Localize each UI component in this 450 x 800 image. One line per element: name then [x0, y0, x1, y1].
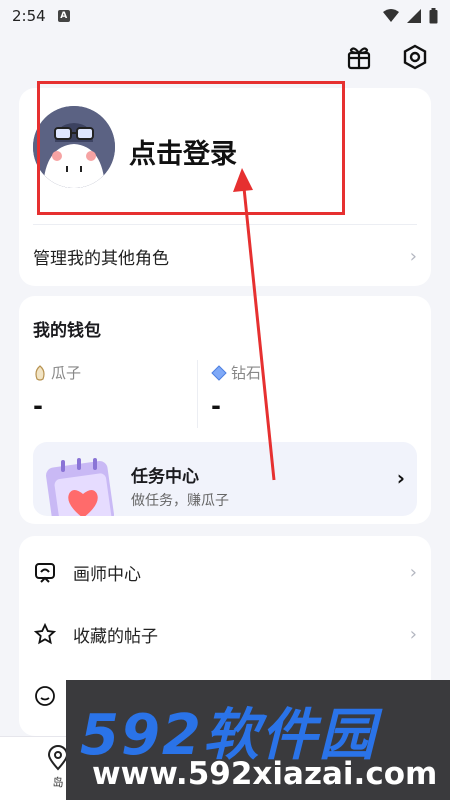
manage-roles-row[interactable]: 管理我的其他角色 › [33, 238, 417, 274]
annotation-highlight-box [37, 81, 345, 215]
status-bar: 2:54 A [0, 0, 450, 32]
chevron-right-icon: › [409, 623, 417, 645]
seeds-label: 瓜子 [51, 364, 82, 382]
calendar-heart-icon [46, 458, 114, 516]
wallet-card: 我的钱包 瓜子 - 钻石 - 任务中心 做任务，赚瓜子 › [19, 296, 431, 524]
status-time: 2:54 [12, 7, 46, 25]
chevron-right-icon: › [409, 245, 417, 267]
seeds-label-row[interactable]: 瓜子 [33, 362, 81, 383]
status-icons [383, 8, 438, 24]
divider [33, 224, 417, 225]
watermark-banner: 592软件园 www.592xiazai.com [66, 680, 450, 800]
task-center-title: 任务中心 [131, 467, 199, 487]
menu-item-painter-center[interactable]: 画师中心 › [33, 542, 417, 602]
diamonds-value: - [211, 392, 221, 420]
star-icon [33, 622, 57, 646]
manage-roles-label: 管理我的其他角色 [33, 248, 169, 269]
seeds-value: - [33, 392, 43, 420]
task-center-card[interactable]: 任务中心 做任务，赚瓜子 › [33, 442, 417, 516]
wifi-icon [383, 9, 399, 22]
vertical-divider [197, 360, 198, 428]
chevron-right-icon: › [396, 466, 405, 490]
wallet-title: 我的钱包 [33, 321, 101, 341]
watermark-url: www.592xiazai.com [92, 756, 438, 792]
diamond-icon [211, 364, 227, 381]
menu-item-label: 画师中心 [73, 564, 141, 585]
diamonds-label-row[interactable]: 钻石 [211, 362, 261, 383]
smile-icon [33, 684, 57, 708]
task-center-subtitle: 做任务，赚瓜子 [131, 493, 229, 509]
header-actions [344, 42, 430, 72]
menu-item-favorite-posts[interactable]: 收藏的帖子 › [33, 604, 417, 664]
settings-button[interactable] [400, 42, 430, 72]
notification-badge: A [57, 10, 70, 22]
profile-card: 点击登录 管理我的其他角色 › [19, 81, 431, 286]
menu-item-label: 收藏的帖子 [73, 626, 158, 647]
diamonds-label: 钻石 [231, 364, 262, 382]
chevron-right-icon: › [409, 561, 417, 583]
signal-icon [407, 9, 421, 23]
settings-hex-icon [403, 44, 427, 70]
painter-icon [33, 560, 57, 584]
seed-icon [35, 364, 45, 381]
gift-icon [347, 47, 371, 70]
battery-icon [429, 8, 438, 24]
gift-button[interactable] [344, 42, 374, 72]
